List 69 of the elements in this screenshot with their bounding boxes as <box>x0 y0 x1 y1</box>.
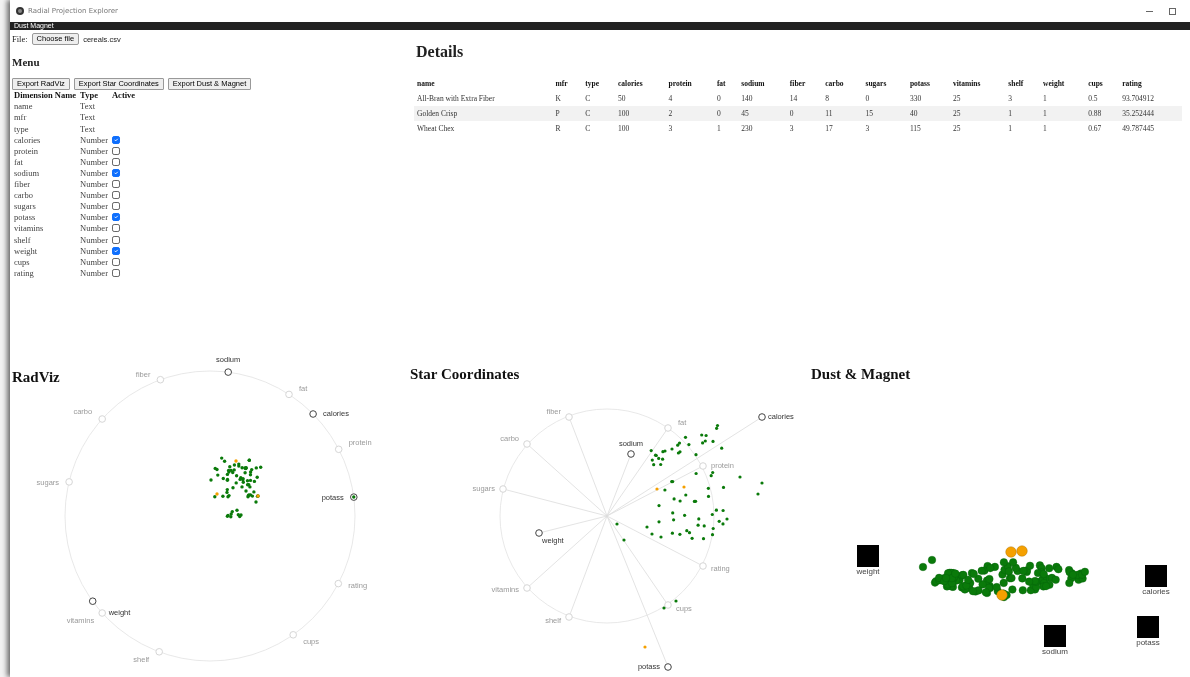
dimension-type: Number <box>79 267 109 279</box>
dimension-name: fat <box>13 156 24 168</box>
radviz-heading: RadViz <box>12 368 60 386</box>
menu-heading: Menu <box>12 54 41 70</box>
column-header: Dimension Name <box>13 90 78 102</box>
magnet-label: sodium <box>1042 647 1068 656</box>
minimize-icon[interactable] <box>1146 10 1153 12</box>
magnet-label: calories <box>1142 587 1170 596</box>
anchor-handle[interactable] <box>535 529 543 537</box>
anchor-handle[interactable] <box>350 493 358 501</box>
dimension-name: shelf <box>13 234 32 246</box>
active-checkbox[interactable] <box>111 257 120 266</box>
active-checkbox[interactable] <box>111 180 120 189</box>
maximize-icon[interactable] <box>1169 7 1176 15</box>
active-checkbox[interactable] <box>111 135 120 144</box>
active-checkbox[interactable] <box>111 224 120 233</box>
active-checkbox[interactable] <box>111 191 120 200</box>
dimension-type: Number <box>79 223 109 235</box>
column-header: Type <box>79 90 99 102</box>
dimension-type: Number <box>79 256 109 268</box>
dimension-name: mfr <box>13 112 28 124</box>
active-checkbox[interactable] <box>111 146 120 155</box>
anchor-handle[interactable] <box>309 410 317 418</box>
dimension-name: name <box>13 101 34 113</box>
dimension-name: sodium <box>13 167 41 179</box>
active-checkbox[interactable] <box>111 246 120 255</box>
anchor-handle[interactable] <box>664 663 672 671</box>
column-header: Active <box>110 90 137 102</box>
file-label: File: <box>12 33 28 46</box>
dimension-type: Text <box>79 101 97 113</box>
dimension-type: Number <box>79 245 109 257</box>
anchor-handle[interactable] <box>758 413 766 421</box>
dimension-type: Text <box>79 123 97 135</box>
dimension-type: Number <box>79 212 109 224</box>
active-checkbox[interactable] <box>111 168 120 177</box>
dimension-name: rating <box>13 267 35 279</box>
dimension-type: Number <box>79 167 109 179</box>
details-heading: Details <box>416 42 465 62</box>
star-coordinates-heading: Star Coordinates <box>410 365 520 383</box>
active-checkbox[interactable] <box>111 268 120 277</box>
active-checkbox[interactable] <box>111 202 120 211</box>
dimension-type: Number <box>79 201 109 213</box>
dimension-type: Number <box>79 234 109 246</box>
active-checkbox[interactable] <box>111 235 120 244</box>
dimension-name: potass <box>13 212 37 224</box>
dimension-name: protein <box>13 145 40 157</box>
dimension-name: carbo <box>13 190 34 202</box>
dimension-type: Number <box>79 134 109 146</box>
active-checkbox[interactable] <box>111 157 120 166</box>
dimension-type: Number <box>79 145 109 157</box>
dimension-type: Text <box>79 112 97 124</box>
dimension-name: weight <box>13 245 39 257</box>
dimension-type: Number <box>79 179 109 191</box>
anchor-handle[interactable] <box>224 368 232 376</box>
dimension-name: sugars <box>13 201 37 213</box>
active-checkbox[interactable] <box>111 213 120 222</box>
magnet-label: weight <box>856 567 880 576</box>
anchor-handle[interactable] <box>88 597 97 605</box>
dimension-name: cups <box>13 256 31 268</box>
app-icon <box>16 7 24 15</box>
dust-magnet-heading: Dust & Magnet <box>811 365 911 383</box>
dimension-name: fiber <box>13 179 32 191</box>
dimension-name: vitamins <box>13 223 45 235</box>
anchor-handle[interactable] <box>627 450 635 458</box>
dimension-name: calories <box>13 134 42 146</box>
magnet-label: potass <box>1136 638 1160 647</box>
dimension-type: Number <box>79 156 109 168</box>
dimension-type: Number <box>79 190 109 202</box>
dimension-name: type <box>13 123 30 135</box>
